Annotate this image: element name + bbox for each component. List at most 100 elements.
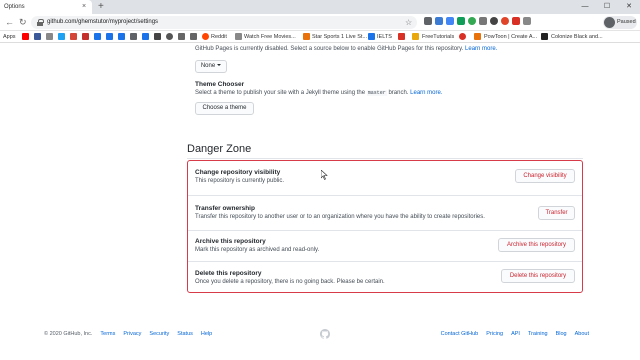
- puzzle-icon[interactable]: [523, 17, 531, 25]
- footer-link-security[interactable]: Security: [149, 329, 169, 339]
- close-window-button[interactable]: ✕: [618, 0, 640, 14]
- theme-desc-after: branch.: [388, 90, 409, 96]
- bookmark-powtoon[interactable]: PowToon | Create A...: [484, 31, 537, 43]
- change-visibility-button[interactable]: Change visibility: [515, 169, 575, 183]
- facebook-icon[interactable]: [34, 33, 41, 40]
- lock-icon: [37, 19, 44, 26]
- danger-row-desc: Transfer this repository to another user…: [195, 214, 485, 220]
- browser-tab[interactable]: Options ×: [0, 0, 92, 14]
- bookmark-icon[interactable]: [190, 33, 197, 40]
- bookmark-star-icon[interactable]: ☆: [405, 16, 412, 29]
- twitter-icon[interactable]: [58, 33, 65, 40]
- danger-row-title: Change repository visibility: [195, 169, 281, 176]
- footer-link-api[interactable]: API: [511, 329, 520, 339]
- delete-repository-button[interactable]: Delete this repository: [501, 269, 575, 283]
- bookmark-icon[interactable]: [541, 33, 548, 40]
- settings-page: GitHub Pages is currently disabled. Sele…: [0, 43, 640, 360]
- extension-icon[interactable]: [457, 17, 465, 25]
- caret-down-icon: [217, 64, 222, 67]
- extension-icon[interactable]: [512, 17, 520, 25]
- bookmark-icon[interactable]: [46, 33, 53, 40]
- bookmark-icon[interactable]: [412, 33, 419, 40]
- bookmark-freetutorials[interactable]: FreeTutorials: [422, 31, 454, 43]
- footer-link-about[interactable]: About: [575, 329, 589, 339]
- footer-link-training[interactable]: Training: [528, 329, 548, 339]
- footer-link-contact[interactable]: Contact GitHub: [441, 329, 479, 339]
- footer-link-terms[interactable]: Terms: [100, 329, 115, 339]
- bookmark-reddit[interactable]: Reddit: [211, 31, 227, 43]
- bookmark-icon[interactable]: [94, 33, 101, 40]
- theme-chooser-desc: Select a theme to publish your site with…: [195, 90, 443, 96]
- bookmark-icon[interactable]: [118, 33, 125, 40]
- extension-icon[interactable]: [490, 17, 498, 25]
- transfer-button[interactable]: Transfer: [538, 206, 575, 220]
- bookmark-icon[interactable]: [142, 33, 149, 40]
- pages-status: GitHub Pages is currently disabled. Sele…: [195, 46, 464, 52]
- footer-link-help[interactable]: Help: [201, 329, 212, 339]
- extension-icon[interactable]: [501, 17, 509, 25]
- bookmark-icon[interactable]: [154, 33, 161, 40]
- extension-icon[interactable]: [446, 17, 454, 25]
- browser-toolbar: ← ↻ github.com/ghemstutor/myproject/sett…: [0, 14, 640, 31]
- bookmark-icon[interactable]: [130, 33, 137, 40]
- bookmark-icon[interactable]: [303, 33, 310, 40]
- reload-icon[interactable]: ↻: [19, 15, 27, 30]
- bookmark-icon[interactable]: [398, 33, 405, 40]
- danger-zone-title: Danger Zone: [187, 143, 252, 155]
- bookmarks-bar: Apps Reddit Watch Free Movies... Star Sp…: [0, 31, 640, 43]
- github-icon[interactable]: [166, 33, 173, 40]
- divider: [187, 158, 583, 159]
- bookmark-watch-free-movies[interactable]: Watch Free Movies...: [244, 31, 296, 43]
- bookmark-icon[interactable]: [474, 33, 481, 40]
- choose-theme-button[interactable]: Choose a theme: [195, 102, 254, 115]
- back-arrow-icon[interactable]: ←: [5, 15, 14, 30]
- new-tab-button[interactable]: +: [98, 0, 104, 13]
- footer: © 2020 GitHub, Inc. Terms Privacy Securi…: [0, 329, 640, 343]
- extension-icon[interactable]: [424, 17, 432, 25]
- window-controls: — ☐ ✕: [574, 0, 640, 14]
- pages-source-value: None: [200, 63, 216, 69]
- reddit-icon[interactable]: [202, 33, 209, 40]
- theme-learn-more-link[interactable]: Learn more.: [410, 90, 442, 96]
- github-logo-icon[interactable]: [320, 329, 330, 339]
- tab-bar: Options × + — ☐ ✕: [0, 0, 640, 14]
- gmail-icon[interactable]: [70, 33, 77, 40]
- profile-status: Paused: [617, 19, 636, 25]
- archive-repository-button[interactable]: Archive this repository: [498, 238, 575, 252]
- extension-icon[interactable]: [468, 17, 476, 25]
- maximize-button[interactable]: ☐: [596, 0, 618, 14]
- footer-link-blog[interactable]: Blog: [556, 329, 567, 339]
- footer-left: © 2020 GitHub, Inc. Terms Privacy Securi…: [44, 329, 212, 339]
- danger-row-title: Archive this repository: [195, 238, 266, 245]
- bookmark-icon[interactable]: [178, 33, 185, 40]
- footer-right: Contact GitHub Pricing API Training Blog…: [441, 329, 589, 339]
- extension-icon[interactable]: [435, 17, 443, 25]
- bookmark-icon[interactable]: [106, 33, 113, 40]
- bookmark-colonize[interactable]: Colonize Black and...: [551, 31, 603, 43]
- footer-link-privacy[interactable]: Privacy: [123, 329, 141, 339]
- bookmark-ielts[interactable]: IELTS: [377, 31, 392, 43]
- bookmark-icon[interactable]: [82, 33, 89, 40]
- tab-close-icon[interactable]: ×: [82, 0, 86, 14]
- bookmark-icon[interactable]: [235, 33, 242, 40]
- address-bar[interactable]: github.com/ghemstutor/myproject/settings…: [31, 16, 417, 29]
- bookmark-apps[interactable]: Apps: [3, 31, 16, 43]
- danger-row-transfer: Transfer ownership Transfer this reposit…: [188, 195, 582, 230]
- branch-code: master: [366, 90, 387, 96]
- danger-row-desc: Mark this repository as archived and rea…: [195, 247, 320, 253]
- danger-row-desc: Once you delete a repository, there is n…: [195, 279, 385, 285]
- pages-learn-more-link[interactable]: Learn more.: [465, 46, 497, 52]
- danger-zone-box: Change repository visibility This reposi…: [187, 160, 583, 293]
- footer-link-pricing[interactable]: Pricing: [486, 329, 503, 339]
- minimize-button[interactable]: —: [574, 0, 596, 14]
- bookmark-icon[interactable]: [459, 33, 466, 40]
- extension-icon[interactable]: [479, 17, 487, 25]
- profile-button[interactable]: Paused: [603, 16, 637, 29]
- danger-row-visibility: Change repository visibility This reposi…: [188, 161, 582, 195]
- danger-row-delete: Delete this repository Once you delete a…: [188, 261, 582, 292]
- bookmark-star-sports[interactable]: Star Sports 1 Live St...: [312, 31, 367, 43]
- bookmark-icon[interactable]: [368, 33, 375, 40]
- pages-source-dropdown[interactable]: None: [195, 60, 227, 73]
- footer-link-status[interactable]: Status: [177, 329, 193, 339]
- youtube-icon[interactable]: [22, 33, 29, 40]
